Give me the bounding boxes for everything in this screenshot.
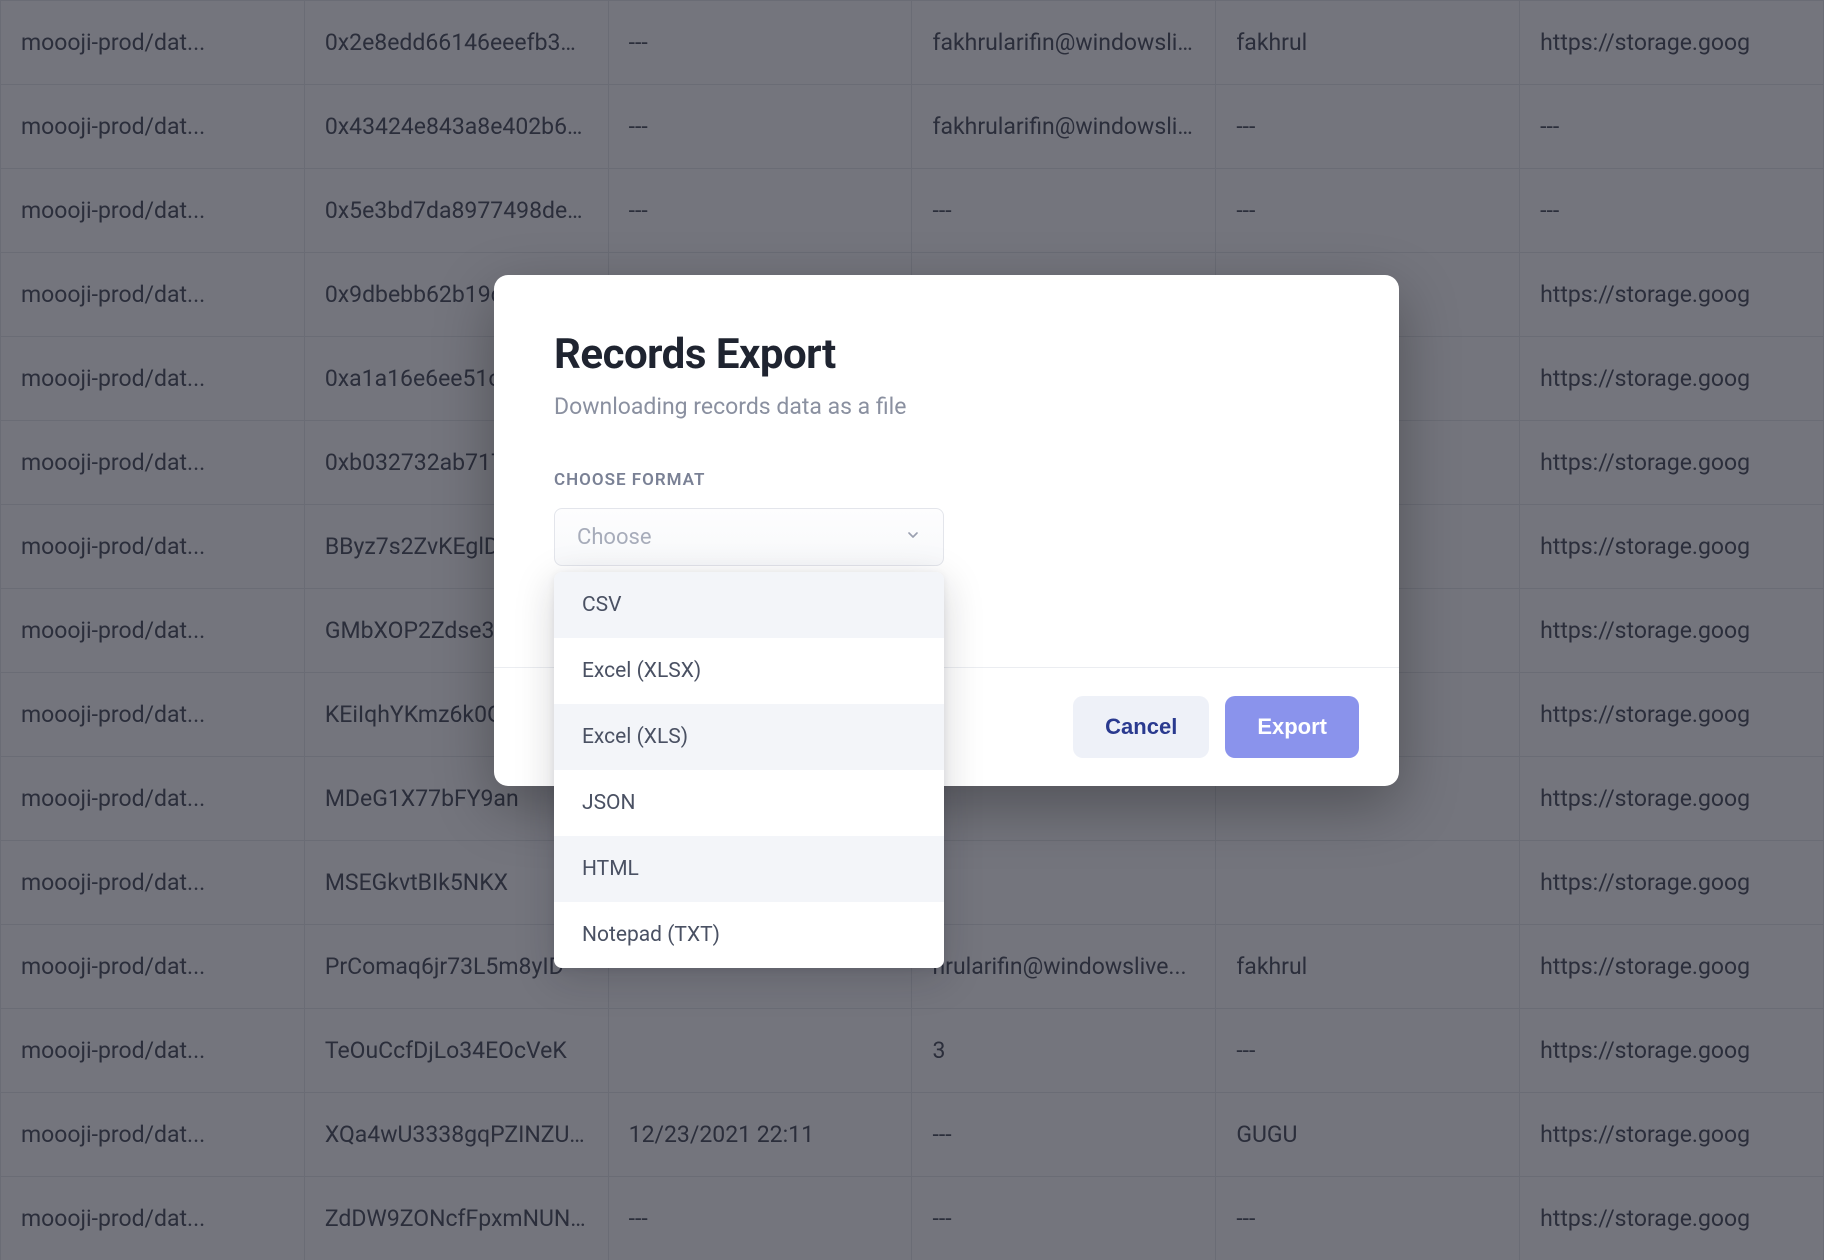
cancel-button[interactable]: Cancel	[1073, 696, 1209, 758]
format-option[interactable]: Notepad (TXT)	[554, 902, 944, 968]
format-select[interactable]: Choose	[554, 508, 944, 566]
select-placeholder: Choose	[577, 525, 652, 550]
modal-title: Records Export	[554, 330, 1339, 379]
format-option[interactable]: JSON	[554, 770, 944, 836]
format-option[interactable]: HTML	[554, 836, 944, 902]
export-modal: Records Export Downloading records data …	[494, 275, 1399, 786]
format-dropdown: CSVExcel (XLSX)Excel (XLS)JSONHTMLNotepa…	[554, 572, 944, 968]
format-option[interactable]: CSV	[554, 572, 944, 638]
format-option[interactable]: Excel (XLSX)	[554, 638, 944, 704]
export-button[interactable]: Export	[1225, 696, 1359, 758]
modal-subtitle: Downloading records data as a file	[554, 393, 1339, 420]
format-field-label: CHOOSE FORMAT	[554, 470, 1339, 490]
format-option[interactable]: Excel (XLS)	[554, 704, 944, 770]
chevron-down-icon	[905, 527, 921, 548]
